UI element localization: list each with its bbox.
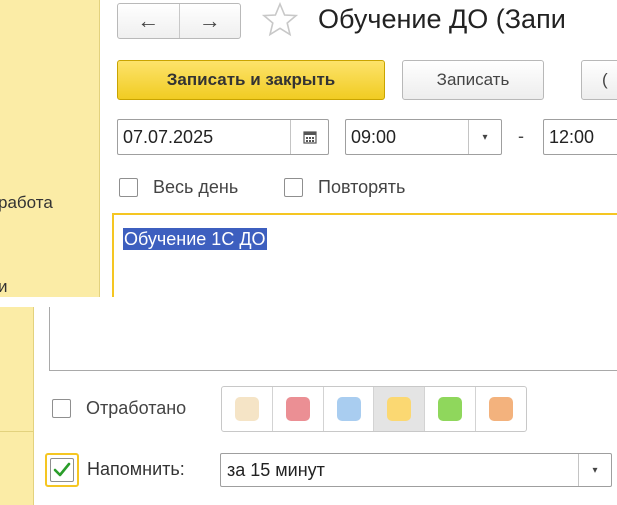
worked-label: Отработано: [86, 398, 187, 418]
start-time-dropdown-button[interactable]: ▾: [468, 120, 501, 154]
save-button[interactable]: Записать: [402, 60, 544, 100]
divider: [0, 431, 33, 432]
save-and-close-button[interactable]: Записать и закрыть: [117, 60, 385, 100]
description-text-area[interactable]: [49, 307, 617, 371]
color-option[interactable]: [425, 387, 477, 431]
color-swatch: [438, 397, 463, 421]
remind-period-value: за 15 минут: [227, 459, 325, 480]
left-panel-strip: [0, 307, 34, 505]
start-time-value: 09:00: [351, 126, 397, 147]
end-time-field[interactable]: 12:00: [543, 119, 617, 155]
repeat-checkbox[interactable]: [284, 178, 303, 197]
left-panel-strip: работа и: [0, 0, 100, 297]
color-option[interactable]: [374, 387, 426, 431]
checkmark-icon: [53, 462, 71, 477]
repeat-label: Повторять: [318, 177, 406, 197]
color-picker: [221, 386, 527, 432]
back-button[interactable]: ←: [118, 4, 179, 38]
toolbar-button-partial[interactable]: (: [581, 60, 617, 100]
color-option[interactable]: [222, 387, 273, 431]
description-editor[interactable]: [112, 213, 617, 297]
chevron-down-icon: ▾: [592, 464, 598, 476]
left-panel-text: и: [0, 277, 8, 296]
selected-description-text[interactable]: Обучение 1С ДО: [123, 228, 267, 250]
time-range-separator: -: [518, 126, 524, 146]
page-title: Обучение ДО (Запи: [318, 4, 566, 34]
all-day-label: Весь день: [153, 177, 239, 197]
color-swatch: [285, 397, 310, 421]
color-swatch: [234, 397, 259, 421]
start-time-field[interactable]: 09:00 ▾: [345, 119, 502, 155]
calendar-icon: [302, 131, 317, 144]
event-dialog-top: работа и ← → Обучение ДО (Запи Записать …: [0, 0, 617, 297]
color-option[interactable]: [273, 387, 324, 431]
arrow-left-icon: ←: [137, 8, 160, 33]
color-swatch: [387, 397, 412, 421]
star-icon[interactable]: [262, 2, 298, 38]
calendar-button[interactable]: [290, 120, 328, 154]
arrow-right-icon: →: [198, 8, 221, 33]
color-option[interactable]: [476, 387, 526, 431]
left-panel-text: работа: [0, 193, 53, 212]
chevron-down-icon: ▾: [482, 131, 488, 143]
color-swatch: [336, 397, 361, 421]
color-option[interactable]: [324, 387, 375, 431]
remind-period-select[interactable]: за 15 минут ▾: [220, 453, 612, 487]
remind-checkbox-focus: [45, 453, 79, 487]
remind-checkbox[interactable]: [50, 458, 74, 482]
forward-button[interactable]: →: [178, 4, 241, 38]
end-time-value: 12:00: [549, 126, 595, 147]
remind-period-dropdown-button[interactable]: ▾: [578, 454, 611, 486]
color-swatch: [489, 397, 514, 421]
date-field[interactable]: 07.07.2025: [117, 119, 329, 155]
worked-checkbox[interactable]: [52, 399, 71, 418]
nav-buttons: ← →: [117, 3, 241, 39]
date-value: 07.07.2025: [123, 126, 214, 147]
remind-label: Напомнить:: [87, 459, 185, 479]
event-dialog-bottom: Отработано Напомнить: за 15 минут ▾: [0, 307, 617, 505]
all-day-checkbox[interactable]: [119, 178, 138, 197]
